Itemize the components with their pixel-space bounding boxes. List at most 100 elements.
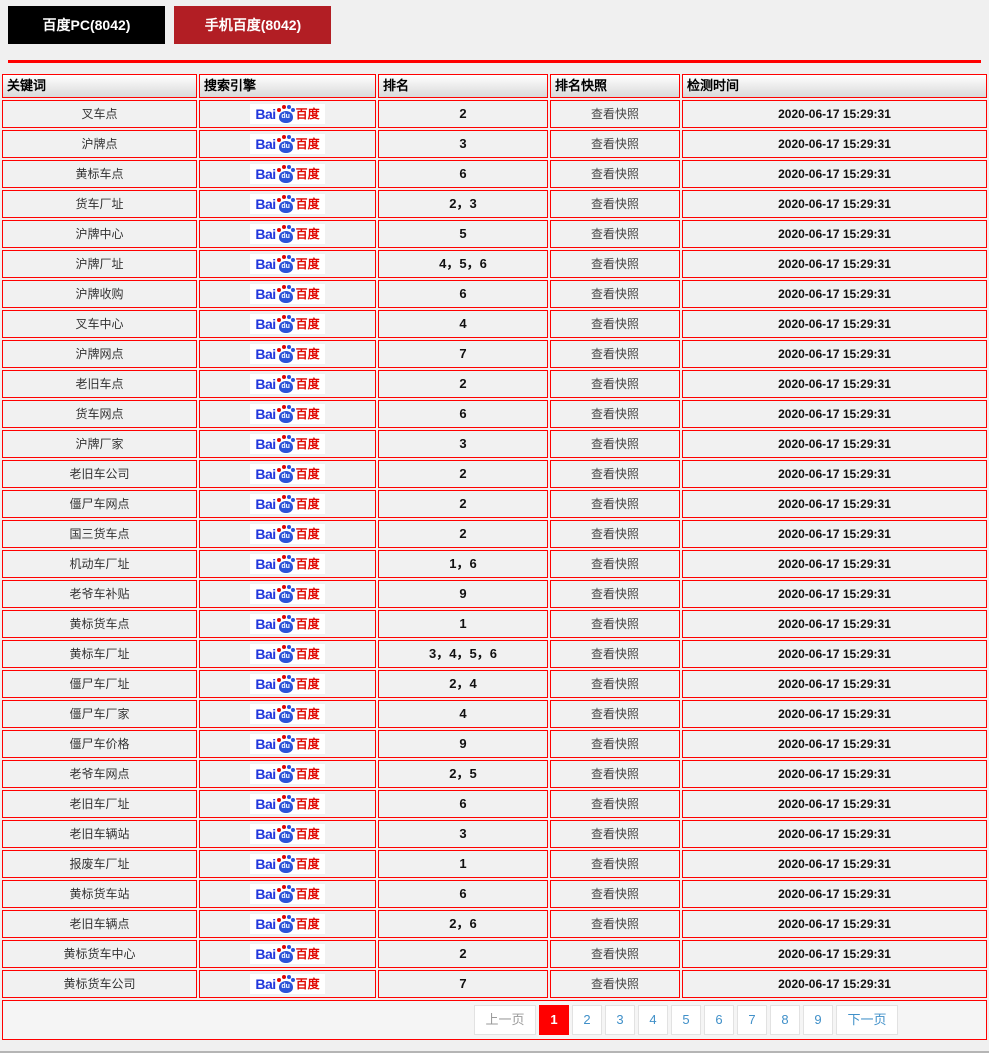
baidu-logo-bai-text: Bai xyxy=(255,736,276,752)
rank-cell: 2 xyxy=(378,100,548,128)
view-snapshot-link[interactable]: 查看快照 xyxy=(550,310,680,338)
view-snapshot-link[interactable]: 查看快照 xyxy=(550,790,680,818)
view-snapshot-link[interactable]: 查看快照 xyxy=(550,760,680,788)
view-snapshot-link[interactable]: 查看快照 xyxy=(550,880,680,908)
view-snapshot-link[interactable]: 查看快照 xyxy=(550,220,680,248)
view-snapshot-link[interactable]: 查看快照 xyxy=(550,940,680,968)
view-snapshot-link[interactable]: 查看快照 xyxy=(550,370,680,398)
detect-time-cell: 2020-06-17 15:29:31 xyxy=(682,730,987,758)
view-snapshot-link[interactable]: 查看快照 xyxy=(550,580,680,608)
view-snapshot-link[interactable]: 查看快照 xyxy=(550,160,680,188)
baidu-logo-bai-text: Bai xyxy=(255,556,276,572)
baidu-paw-icon: du xyxy=(276,315,295,333)
table-row: 僵尸车厂家 Bai du 百度 4 查看快照 2020-06-17 15:29:… xyxy=(2,700,987,728)
baidu-logo-bai-text: Bai xyxy=(255,616,276,632)
detect-time-cell: 2020-06-17 15:29:31 xyxy=(682,610,987,638)
keyword-cell: 叉车中心 xyxy=(2,310,197,338)
keyword-cell: 老爷车补贴 xyxy=(2,580,197,608)
baidu-logo: Bai du 百度 xyxy=(250,284,325,304)
view-snapshot-link[interactable]: 查看快照 xyxy=(550,250,680,278)
page-button-4[interactable]: 4 xyxy=(638,1005,668,1035)
page-button-2[interactable]: 2 xyxy=(572,1005,602,1035)
detect-time-cell: 2020-06-17 15:29:31 xyxy=(682,520,987,548)
header-detect-time: 检测时间 xyxy=(682,74,987,98)
view-snapshot-link[interactable]: 查看快照 xyxy=(550,130,680,158)
baidu-paw-icon: du xyxy=(276,525,295,543)
rank-cell: 7 xyxy=(378,340,548,368)
tab-baidu-pc[interactable]: 百度PC(8042) xyxy=(8,6,165,44)
rank-cell: 4 xyxy=(378,310,548,338)
view-snapshot-link[interactable]: 查看快照 xyxy=(550,850,680,878)
view-snapshot-link[interactable]: 查看快照 xyxy=(550,730,680,758)
detect-time-cell: 2020-06-17 15:29:31 xyxy=(682,250,987,278)
page-button-1[interactable]: 1 xyxy=(539,1005,569,1035)
baidu-logo: Bai du 百度 xyxy=(250,164,325,184)
search-engine-cell: Bai du 百度 xyxy=(199,850,376,878)
page-button-3[interactable]: 3 xyxy=(605,1005,635,1035)
view-snapshot-link[interactable]: 查看快照 xyxy=(550,490,680,518)
baidu-logo-bai-text: Bai xyxy=(255,376,276,392)
baidu-logo: Bai du 百度 xyxy=(250,944,325,964)
prev-page-button[interactable]: 上一页 xyxy=(474,1005,536,1035)
search-engine-cell: Bai du 百度 xyxy=(199,580,376,608)
page-button-8[interactable]: 8 xyxy=(770,1005,800,1035)
page-button-5[interactable]: 5 xyxy=(671,1005,701,1035)
baidu-logo-bai-text: Bai xyxy=(255,406,276,422)
view-snapshot-link[interactable]: 查看快照 xyxy=(550,820,680,848)
rank-cell: 2 xyxy=(378,370,548,398)
view-snapshot-link[interactable]: 查看快照 xyxy=(550,400,680,428)
table-header-row: 关键词 搜索引擎 排名 排名快照 检测时间 xyxy=(2,74,987,98)
baidu-paw-icon: du xyxy=(276,675,295,693)
view-snapshot-link[interactable]: 查看快照 xyxy=(550,430,680,458)
baidu-logo-bai-text: Bai xyxy=(255,916,276,932)
page-button-6[interactable]: 6 xyxy=(704,1005,734,1035)
table-footer-row: 上一页 123456789 下一页 xyxy=(2,1000,987,1040)
baidu-logo-bai-text: Bai xyxy=(255,886,276,902)
next-page-button[interactable]: 下一页 xyxy=(836,1005,898,1035)
view-snapshot-link[interactable]: 查看快照 xyxy=(550,700,680,728)
view-snapshot-link[interactable]: 查看快照 xyxy=(550,550,680,578)
view-snapshot-link[interactable]: 查看快照 xyxy=(550,280,680,308)
search-engine-cell: Bai du 百度 xyxy=(199,340,376,368)
baidu-logo-bai-text: Bai xyxy=(255,856,276,872)
search-engine-cell: Bai du 百度 xyxy=(199,460,376,488)
baidu-logo-cn-text: 百度 xyxy=(295,137,320,151)
rank-cell: 2 xyxy=(378,490,548,518)
view-snapshot-link[interactable]: 查看快照 xyxy=(550,100,680,128)
search-engine-cell: Bai du 百度 xyxy=(199,610,376,638)
tab-baidu-mobile[interactable]: 手机百度(8042) xyxy=(174,6,332,44)
search-engine-cell: Bai du 百度 xyxy=(199,430,376,458)
baidu-paw-icon: du xyxy=(276,225,295,243)
view-snapshot-link[interactable]: 查看快照 xyxy=(550,970,680,998)
view-snapshot-link[interactable]: 查看快照 xyxy=(550,640,680,668)
table-row: 黄标车点 Bai du 百度 6 查看快照 2020-06-17 15:29:3… xyxy=(2,160,987,188)
table-row: 老爷车网点 Bai du 百度 2，5 查看快照 2020-06-17 15:2… xyxy=(2,760,987,788)
search-engine-cell: Bai du 百度 xyxy=(199,940,376,968)
view-snapshot-link[interactable]: 查看快照 xyxy=(550,190,680,218)
keyword-cell: 沪牌中心 xyxy=(2,220,197,248)
baidu-logo: Bai du 百度 xyxy=(250,764,325,784)
view-snapshot-link[interactable]: 查看快照 xyxy=(550,610,680,638)
detect-time-cell: 2020-06-17 15:29:31 xyxy=(682,910,987,938)
baidu-logo-cn-text: 百度 xyxy=(295,737,320,751)
view-snapshot-link[interactable]: 查看快照 xyxy=(550,670,680,698)
detect-time-cell: 2020-06-17 15:29:31 xyxy=(682,820,987,848)
view-snapshot-link[interactable]: 查看快照 xyxy=(550,520,680,548)
page-button-9[interactable]: 9 xyxy=(803,1005,833,1035)
detect-time-cell: 2020-06-17 15:29:31 xyxy=(682,160,987,188)
baidu-logo: Bai du 百度 xyxy=(250,974,325,994)
table-row: 黄标货车公司 Bai du 百度 7 查看快照 2020-06-17 15:29… xyxy=(2,970,987,998)
keyword-cell: 僵尸车价格 xyxy=(2,730,197,758)
baidu-logo-cn-text: 百度 xyxy=(295,887,320,901)
baidu-logo-cn-text: 百度 xyxy=(295,527,320,541)
detect-time-cell: 2020-06-17 15:29:31 xyxy=(682,430,987,458)
view-snapshot-link[interactable]: 查看快照 xyxy=(550,340,680,368)
baidu-logo-cn-text: 百度 xyxy=(295,437,320,451)
baidu-logo-bai-text: Bai xyxy=(255,496,276,512)
page-button-7[interactable]: 7 xyxy=(737,1005,767,1035)
search-engine-cell: Bai du 百度 xyxy=(199,160,376,188)
view-snapshot-link[interactable]: 查看快照 xyxy=(550,460,680,488)
rank-cell: 2，5 xyxy=(378,760,548,788)
baidu-paw-icon: du xyxy=(276,555,295,573)
view-snapshot-link[interactable]: 查看快照 xyxy=(550,910,680,938)
